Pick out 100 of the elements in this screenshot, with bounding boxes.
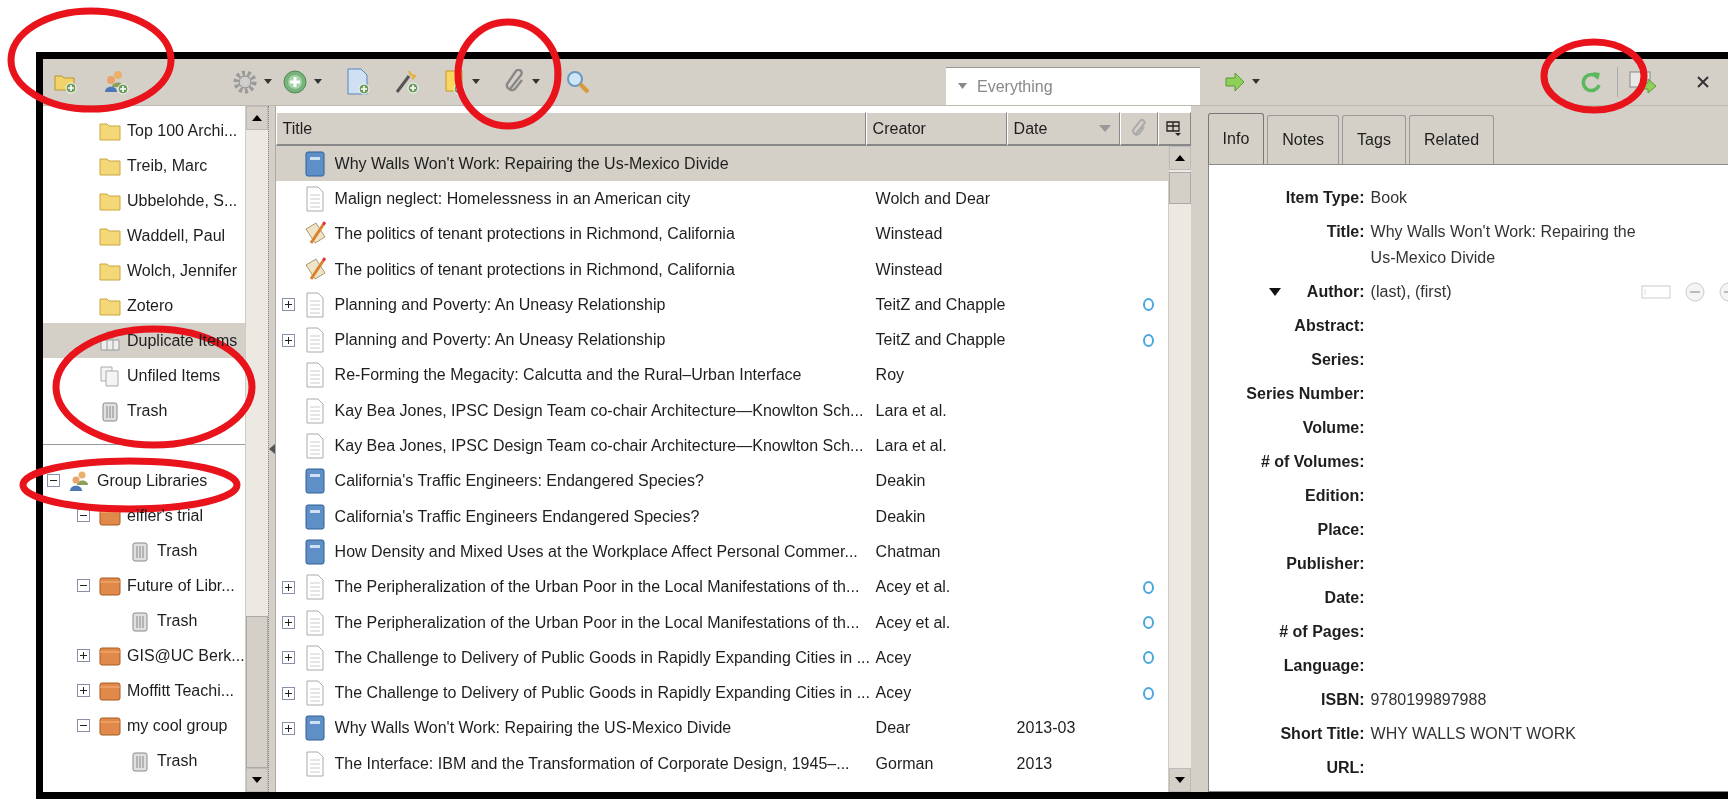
expand-toggle[interactable]	[77, 684, 90, 697]
item-row[interactable]: Malign neglect: Homelessness in an American city Wolch and Dear	[275, 181, 1168, 217]
field-label: Series Number:	[1246, 384, 1365, 404]
scrollbar[interactable]	[1167, 146, 1191, 792]
close-icon[interactable]	[1696, 75, 1710, 89]
caret-icon[interactable]	[472, 79, 480, 85]
collection-item[interactable]: Future of Libr...	[43, 568, 245, 603]
item-row[interactable]: The Peripheralization of the Urban Poor in the Local Manifestations of th... Acey et al.	[275, 569, 1168, 605]
pane-splitter[interactable]	[267, 106, 276, 792]
title-cell-text: The Challenge to Delivery of Public Goods in Rapidly Expanding Cities in ...	[334, 684, 871, 703]
creator-cell-text: Acey	[875, 648, 913, 667]
scroll-up-icon[interactable]	[251, 115, 262, 121]
item-row[interactable]: Kay Bea Jones, IPSC Design Team co-chair Architecture—Knowlton Sch... Lara et al.	[275, 428, 1168, 464]
scrollbar[interactable]	[244, 106, 268, 792]
item-row[interactable]: Why Walls Won't Work: Repairing the Us-Mexico Divide	[275, 146, 1168, 182]
creator-cell-text: Acey et al.	[875, 578, 952, 597]
expand-toggle[interactable]	[77, 579, 90, 592]
expand-toggle[interactable]	[282, 333, 296, 347]
collection-item[interactable]: Ubbelohde, S...	[43, 183, 245, 218]
item-row[interactable]: Why Walls Won't Work: Repairing the US-Mexico Divide Dear 2013-03	[275, 710, 1168, 747]
document-icon	[303, 750, 326, 777]
column-picker-icon[interactable]	[1166, 120, 1183, 137]
expand-toggle[interactable]	[282, 616, 296, 629]
collection-item[interactable]: Waddell, Paul	[43, 218, 245, 253]
tab[interactable]: Related	[1408, 115, 1495, 164]
fullscreen-icon[interactable]	[1628, 69, 1658, 95]
field-value[interactable]: Book	[1370, 185, 1641, 211]
collection-item[interactable]: Top 100 Archi...	[43, 113, 245, 148]
field-value[interactable]: 9780199897988	[1370, 687, 1641, 713]
collection-item[interactable]: Group Libraries	[43, 463, 245, 498]
item-row[interactable]: The politics of tenant protections in Richmond, California Winstead	[275, 251, 1168, 288]
field-value[interactable]: Why Walls Won't Work: Repairing the Us-Mexico Divide	[1370, 219, 1641, 271]
collection-item[interactable]: Trash	[43, 533, 245, 568]
document-add-icon[interactable]	[346, 68, 370, 96]
caret-icon[interactable]	[264, 79, 272, 85]
field-value[interactable]: (last), (first)	[1370, 279, 1641, 305]
expand-toggle[interactable]	[282, 686, 296, 700]
collection-item[interactable]: Wolch, Jennifer	[43, 253, 245, 288]
expand-toggle[interactable]	[282, 580, 296, 594]
expand-toggle[interactable]	[282, 721, 296, 735]
item-row[interactable]: How Density and Mixed Uses at the Workplace Affect Personal Commer... Chatman	[275, 534, 1168, 570]
item-row[interactable]: The Peripheralization of the Urban Poor in the Local Manifestations of th... Acey et al.	[275, 604, 1168, 641]
item-row[interactable]: Planning and Poverty: An Uneasy Relationship TeitZ and Chapple	[275, 287, 1168, 323]
scroll-up-icon[interactable]	[1174, 155, 1185, 161]
title-cell-text: California's Traffic Engineers: Endangered Species?	[334, 472, 705, 491]
field-label: Language:	[1283, 656, 1365, 676]
collection-item[interactable]: Trash	[43, 393, 245, 428]
creator-cell-text: Gorman	[875, 754, 935, 773]
collection-item[interactable]: Treib, Marc	[43, 148, 245, 183]
creator-cell-text: Acey	[875, 684, 913, 703]
field-label: # of Volumes:	[1260, 452, 1365, 472]
caret-icon[interactable]	[1252, 79, 1260, 85]
collection-item[interactable]: my cool group	[43, 708, 245, 743]
trash-icon	[129, 749, 151, 772]
expand-toggle[interactable]	[77, 719, 90, 732]
collection-item[interactable]: Moffitt Teachi...	[43, 673, 245, 708]
caret-icon[interactable]	[314, 79, 322, 85]
item-row[interactable]: The politics of tenant protections in Richmond, California Winstead	[275, 216, 1168, 252]
people-icon[interactable]	[103, 69, 129, 95]
wand-icon[interactable]	[394, 69, 420, 95]
expand-toggle[interactable]	[47, 474, 60, 487]
tab[interactable]: Info	[1207, 113, 1265, 164]
tab[interactable]: Tags	[1342, 115, 1406, 164]
collection-item[interactable]: Trash	[43, 743, 245, 778]
item-row[interactable]: California's Traffic Engineers: Endangered Species? Deakin	[275, 463, 1168, 499]
creator-cell-text: Wolch and Dear	[875, 189, 992, 208]
item-row[interactable]: Re-Forming the Megacity: Calcutta and the Rural–Urban Interface Roy	[275, 357, 1168, 394]
search-field[interactable]: Everything	[946, 67, 1200, 105]
creator-cell-text: Lara et al.	[875, 401, 948, 420]
item-row[interactable]: Planning and Poverty: An Uneasy Relationship TeitZ and Chapple	[275, 322, 1168, 358]
field-value[interactable]: WHY WALLS WON'T WORK	[1370, 721, 1641, 747]
expand-toggle[interactable]	[77, 649, 90, 662]
item-row[interactable]: The Challenge to Delivery of Public Goods in Rapidly Expanding Cities in ... Acey	[275, 640, 1168, 676]
note-icon[interactable]	[444, 69, 466, 95]
item-row[interactable]: The Challenge to Delivery of Public Goods in Rapidly Expanding Cities in ... Acey	[275, 675, 1168, 711]
collapse-arrow-icon[interactable]	[268, 444, 275, 454]
expand-toggle[interactable]	[282, 298, 296, 312]
dropdown-caret-icon[interactable]	[958, 83, 967, 90]
caret-icon[interactable]	[532, 79, 540, 85]
expand-toggle[interactable]	[282, 651, 296, 665]
box-icon	[99, 644, 121, 667]
tab[interactable]: Notes	[1267, 115, 1340, 164]
scroll-down-icon[interactable]	[251, 777, 262, 783]
collection-item[interactable]: GIS@UC Berk...	[43, 638, 245, 673]
scroll-down-icon[interactable]	[1174, 777, 1185, 783]
collection-item[interactable]: Zotero	[43, 288, 245, 323]
add-icon[interactable]	[282, 69, 308, 95]
item-row[interactable]: The Interface: IBM and the Transformation of Corporate Design, 1945–... Gorman 2013	[275, 746, 1168, 782]
field-label: Series:	[1311, 350, 1365, 370]
collection-item[interactable]: Trash	[43, 603, 245, 638]
field-label: Author:	[1306, 282, 1365, 302]
collection-item[interactable]: Unfiled Items	[43, 358, 245, 393]
scroll-thumb[interactable]	[245, 616, 268, 768]
collapse-triangle-icon[interactable]	[1268, 287, 1281, 297]
item-row[interactable]: California's Traffic Engineers Endangered Species? Deakin	[275, 498, 1168, 535]
scroll-thumb[interactable]	[1168, 172, 1191, 204]
trash-icon	[129, 609, 151, 632]
item-row[interactable]: Kay Bea Jones, IPSC Design Team co-chair Architecture—Knowlton Sch... Lara et al.	[275, 393, 1168, 429]
creator-type-switch-icon[interactable]	[1640, 285, 1671, 299]
document-icon	[303, 644, 326, 671]
